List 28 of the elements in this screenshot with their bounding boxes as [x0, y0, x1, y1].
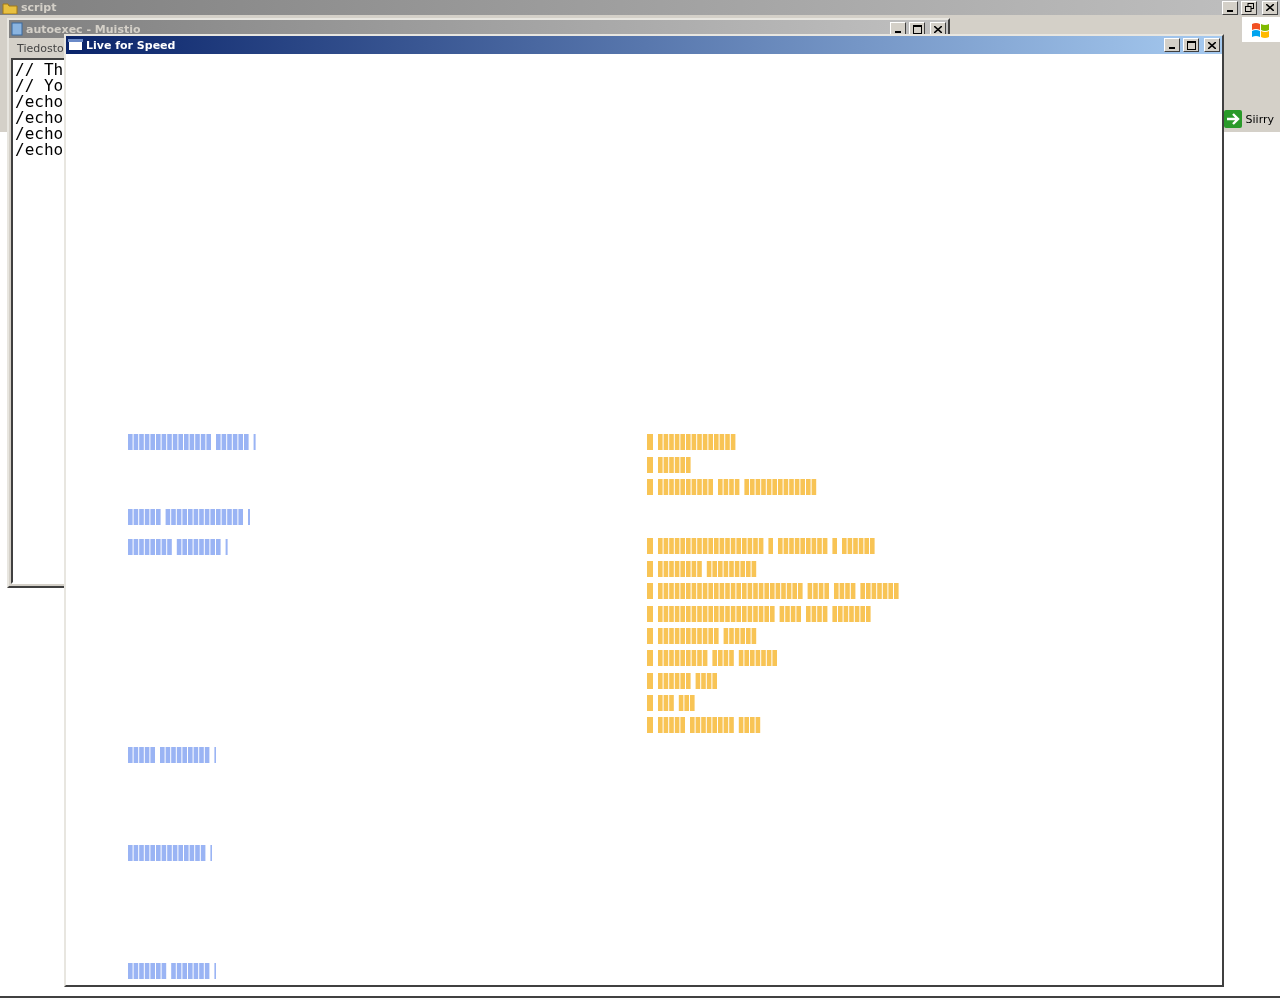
- text-line: // Yo: [15, 78, 63, 94]
- close-icon: [1266, 4, 1274, 11]
- text-line: /echo: [15, 126, 63, 142]
- menu-item[interactable]: Tiedosto: [15, 41, 66, 55]
- minimize-icon: [1227, 9, 1233, 12]
- close-button[interactable]: [1262, 0, 1278, 15]
- notepad-icon: [11, 22, 23, 36]
- restore-button[interactable]: [1241, 0, 1257, 15]
- restore-icon: [1244, 3, 1254, 12]
- minimize-icon: [1169, 47, 1175, 49]
- minimize-button[interactable]: [1164, 38, 1180, 52]
- window-title: Live for Speed: [86, 38, 176, 52]
- window-title: autoexec - Muistio: [26, 22, 141, 36]
- close-icon: [1208, 41, 1216, 49]
- text-line: /echo: [15, 110, 63, 126]
- close-icon: [934, 25, 942, 33]
- text-line: // Th: [15, 62, 63, 78]
- close-button[interactable]: [1204, 38, 1220, 52]
- windows-logo-icon: [1251, 20, 1271, 39]
- window-title: script: [21, 1, 57, 14]
- maximize-icon: [912, 24, 922, 34]
- text-area[interactable]: // Th // Yo /echo /echo /echo /echo: [11, 58, 67, 584]
- maximize-icon: [1186, 40, 1196, 50]
- minimize-button[interactable]: [1222, 0, 1238, 15]
- text-line: /echo: [15, 142, 63, 158]
- maximize-button[interactable]: [1183, 38, 1199, 52]
- window-icon: [68, 39, 83, 51]
- text-line: /echo: [15, 94, 63, 110]
